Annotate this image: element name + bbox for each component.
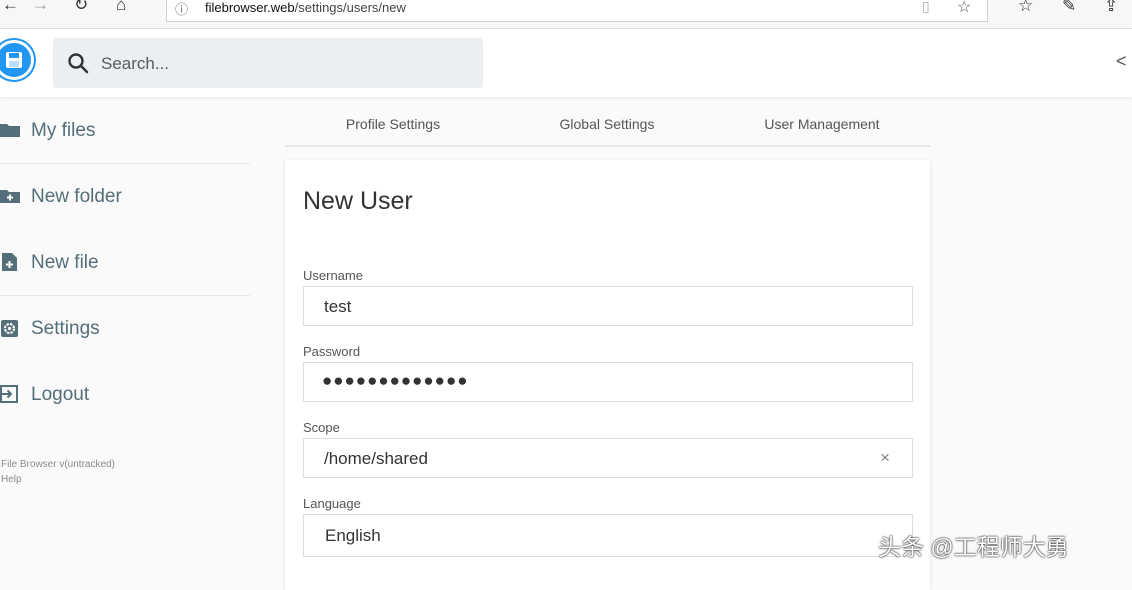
sidebar-item-my-files[interactable]: My files <box>0 110 250 150</box>
sidebar-item-label: New folder <box>31 186 122 207</box>
sidebar-item-new-folder[interactable]: New folder <box>0 176 250 216</box>
language-label: Language <box>303 496 361 511</box>
browser-toolbar: ← → ↻ ⌂ ⓘ filebrowser.web/settings/users… <box>0 0 1132 29</box>
watermark: 头条 @工程师大勇 <box>878 534 1069 560</box>
share-icon[interactable]: ⇪ <box>1104 0 1118 14</box>
sidebar-item-label: New file <box>31 252 99 273</box>
sidebar-item-label: Settings <box>31 318 100 339</box>
search-input[interactable] <box>99 50 463 78</box>
password-field[interactable]: ●●●●●●●●●●●●● <box>303 362 913 402</box>
version-text: File Browser v(untracked) <box>1 459 115 470</box>
password-label: Password <box>303 344 361 359</box>
logo[interactable] <box>0 40 34 80</box>
address-bar[interactable]: ⓘ filebrowser.web/settings/users/new ▯ ☆ <box>166 0 988 22</box>
search-bar[interactable] <box>53 38 483 88</box>
favorites-list-icon[interactable]: ☆ <box>1018 0 1033 14</box>
pen-icon[interactable]: ✎ <box>1062 0 1076 14</box>
reading-view-icon[interactable]: ▯ <box>922 0 930 15</box>
sidebar-item-settings[interactable]: Settings <box>0 308 250 348</box>
tab-user-management[interactable]: User Management <box>732 116 912 132</box>
username-label: Username <box>303 268 363 283</box>
scope-label: Scope <box>303 420 340 435</box>
page-title: New User <box>303 187 413 215</box>
language-select[interactable]: English <box>303 514 913 557</box>
scope-field[interactable] <box>322 448 866 470</box>
home-icon[interactable]: ⌂ <box>116 0 126 13</box>
sidebar-item-new-file[interactable]: New file <box>0 242 250 282</box>
search-icon <box>68 53 89 74</box>
help-link[interactable]: Help <box>1 474 22 485</box>
username-field-box <box>303 286 913 326</box>
new-user-card: New User Username Password ●●●●●●●●●●●●●… <box>285 160 930 590</box>
folder-plus-icon <box>0 190 20 203</box>
site-info-icon[interactable]: ⓘ <box>175 0 188 18</box>
forward-arrow-icon[interactable]: → <box>32 0 49 13</box>
scope-field-box: × <box>303 438 913 478</box>
sidebar-divider <box>0 163 250 164</box>
floppy-disk-icon <box>6 52 22 68</box>
back-arrow-icon[interactable]: ← <box>2 0 19 13</box>
favorite-star-icon[interactable]: ☆ <box>957 0 971 17</box>
username-field[interactable] <box>322 296 866 318</box>
file-plus-icon <box>2 253 17 271</box>
chevron-left-icon[interactable]: < <box>1116 51 1127 72</box>
url-text[interactable]: filebrowser.web/settings/users/new <box>205 0 406 15</box>
logout-icon <box>0 385 18 403</box>
language-selected-value: English <box>325 526 381 545</box>
folder-icon <box>0 124 20 137</box>
app-header: < <box>0 29 1132 97</box>
sidebar-item-label: Logout <box>31 384 90 405</box>
password-value: ●●●●●●●●●●●●● <box>322 371 469 390</box>
tab-global-settings[interactable]: Global Settings <box>517 116 697 132</box>
sidebar-item-label: My files <box>31 120 96 141</box>
gear-icon <box>1 320 18 337</box>
sidebar-item-logout[interactable]: Logout <box>0 374 250 414</box>
sidebar-divider <box>0 295 250 296</box>
refresh-icon[interactable]: ↻ <box>74 0 88 13</box>
settings-tabs: Profile Settings Global Settings User Ma… <box>285 102 930 147</box>
tab-profile-settings[interactable]: Profile Settings <box>303 116 483 132</box>
clear-icon[interactable]: × <box>880 448 890 468</box>
